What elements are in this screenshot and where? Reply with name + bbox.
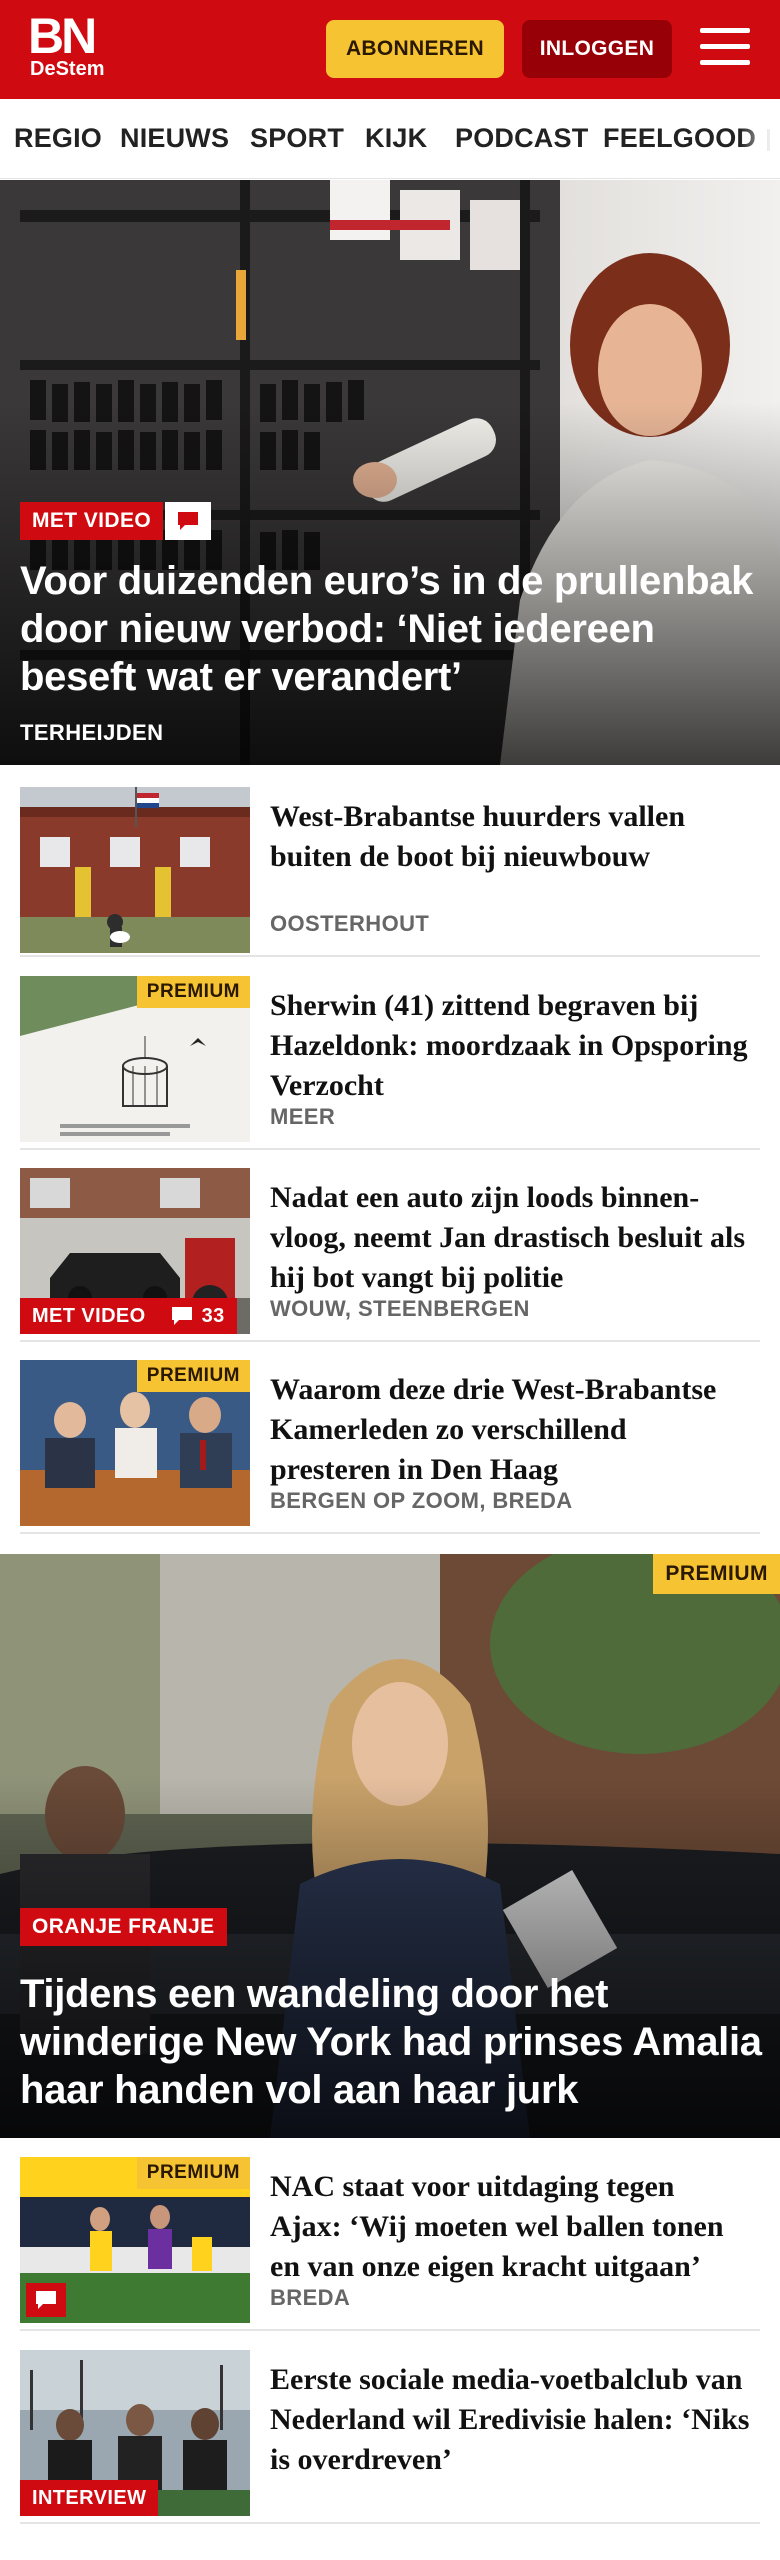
login-button[interactable]: INLOGGEN (522, 20, 672, 78)
premium-badge: PREMIUM (653, 1554, 780, 1594)
article-title[interactable]: NAC staat voor uitdaging tegen Ajax: ‘Wi… (270, 2167, 750, 2287)
thumb-football: PREMIUM (20, 2157, 250, 2323)
nav-item-kijk[interactable]: KIJK (365, 123, 427, 154)
thumb-tags: INTERVIEW (20, 2480, 159, 2516)
hero-title[interactable]: Voor duizenden euro’s in de prullenbak d… (20, 557, 760, 701)
comment-icon (171, 1307, 192, 1325)
list-item[interactable]: PREMIUM NAC staat voor uitdaging tegen A… (20, 2157, 760, 2331)
nav-item-sport[interactable]: SPORT (250, 123, 344, 154)
article-title[interactable]: West-Brabantse huurders vallen buiten de… (270, 797, 750, 877)
list-item[interactable]: INTERVIEW Eerste sociale media-voetbal­c… (20, 2350, 760, 2524)
hero-article-amalia[interactable]: PREMIUM ORANJE FRANJE Tijdens een wandel… (0, 1554, 780, 2138)
video-tag: MET VIDEO (20, 1298, 158, 1334)
article-title[interactable]: Sherwin (41) zittend begraven bij Hazeld… (270, 986, 750, 1106)
article-location: BREDA (270, 2285, 351, 2310)
premium-badge: PREMIUM (136, 2157, 250, 2189)
interview-tag: INTERVIEW (20, 2480, 159, 2516)
comment-icon[interactable] (26, 2283, 66, 2317)
nav-item-nieuws[interactable]: NIEUWS (120, 123, 229, 154)
logo-bn-text: BN (28, 8, 97, 64)
thumb-tags (26, 2283, 66, 2317)
thumb-tags: MET VIDEO 33 (20, 1298, 237, 1334)
hero-article-nail-polish[interactable]: MET VIDEO Voor duizenden euro’s in de pr… (0, 180, 780, 765)
category-tag: ORANJE FRANJE (20, 1908, 227, 1946)
hero-tags: ORANJE FRANJE (20, 1908, 227, 1946)
thumb-housing (20, 787, 250, 953)
article-location: OOSTERHOUT (270, 911, 430, 936)
thumb-birdcage: PREMIUM (20, 976, 250, 1142)
comment-icon[interactable] (165, 502, 212, 540)
top-header: BN DeStem ABONNEREN INLOGGEN (0, 0, 780, 99)
list-item[interactable]: PREMIUM Waarom deze drie West-Brabantse … (20, 1360, 760, 1534)
video-tag: MET VIDEO (20, 502, 164, 540)
comments-count: 33 (201, 1304, 225, 1327)
article-location: WOUW, STEENBERGEN (270, 1296, 530, 1321)
premium-badge: PREMIUM (136, 1360, 250, 1392)
nav-item-regio[interactable]: REGIO (14, 123, 102, 154)
list-item[interactable]: West-Brabantse huurders vallen buiten de… (20, 787, 760, 957)
nav-item-podcast[interactable]: PODCAST (455, 123, 588, 154)
article-title[interactable]: Waarom deze drie West-Brabantse Kamerled… (270, 1370, 750, 1490)
nav-item-feelgood[interactable]: FEELGOOD (603, 123, 756, 154)
list-item[interactable]: PREMIUM Sherwin (41) zittend begraven bi… (20, 976, 760, 1150)
section-nav: REGIO NIEUWS SPORT KIJK PODCAST FEELGOOD (0, 99, 780, 179)
premium-badge: PREMIUM (136, 976, 250, 1008)
hero-location: TERHEIJDEN (20, 720, 164, 745)
nav-fade (740, 99, 780, 178)
article-title[interactable]: Nadat een auto zijn loods binnen­vloog, … (270, 1178, 750, 1298)
hamburger-menu-icon[interactable] (700, 24, 750, 70)
logo-destem-text: DeStem (30, 58, 105, 80)
hero-title[interactable]: Tijdens een wandeling door het winderige… (20, 1970, 770, 2114)
comments-count-tag[interactable]: 33 (157, 1298, 237, 1334)
subscribe-button[interactable]: ABONNEREN (326, 20, 504, 78)
article-location: MEER (270, 1104, 336, 1129)
article-title[interactable]: Eerste sociale media-voetbal­club van Ne… (270, 2360, 750, 2480)
thumb-car-shed: MET VIDEO 33 (20, 1168, 250, 1334)
thumb-parliament: PREMIUM (20, 1360, 250, 1526)
thumb-team: INTERVIEW (20, 2350, 250, 2516)
article-location: BERGEN OP ZOOM, BREDA (270, 1488, 573, 1513)
list-item[interactable]: MET VIDEO 33 Nadat een auto zijn loods b… (20, 1168, 760, 1342)
bn-destem-logo[interactable]: BN DeStem (28, 8, 118, 80)
hero-tags: MET VIDEO (20, 502, 212, 540)
